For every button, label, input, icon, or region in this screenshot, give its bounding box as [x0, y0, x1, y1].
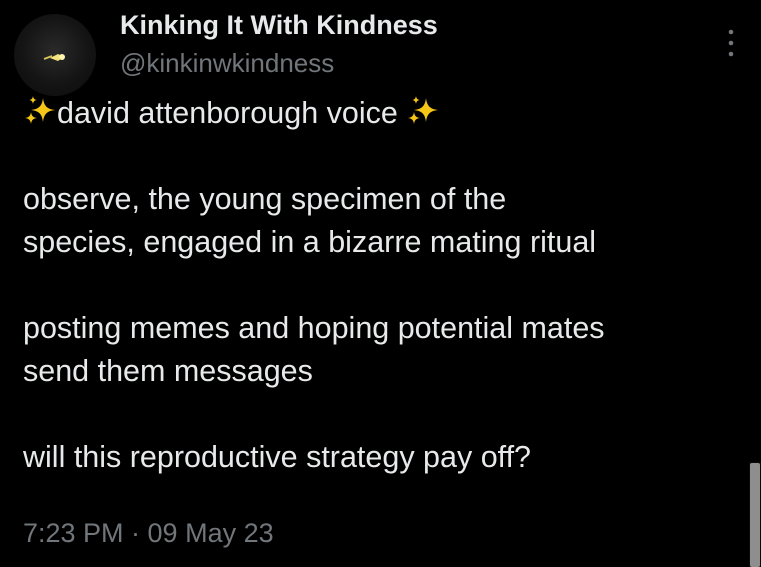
sparkles-icon: [23, 94, 57, 128]
tweet-line: species, engaged in a bizarre mating rit…: [23, 225, 597, 259]
avatar-sparkle-icon: [43, 54, 65, 61]
tweet-timestamp[interactable]: 7:23 PM · 09 May 23: [23, 518, 274, 549]
more-vertical-icon: [728, 29, 734, 57]
sparkles-icon: [406, 94, 440, 128]
author-display-name[interactable]: Kinking It With Kindness: [120, 10, 438, 41]
tweet-text: david attenborough voice observe, the yo…: [23, 92, 743, 479]
tweet-line-text: david attenborough voice: [57, 96, 398, 130]
author-handle[interactable]: @kinkinwkindness: [120, 48, 334, 79]
tweet-line: david attenborough voice: [23, 92, 743, 135]
tweet-line: send them messages: [23, 354, 313, 388]
scrollbar-thumb[interactable]: [750, 463, 760, 567]
tweet-line: posting memes and hoping potential mates: [23, 311, 605, 345]
tweet-line: observe, the young specimen of the: [23, 182, 507, 216]
avatar[interactable]: [14, 14, 96, 96]
tweet-line: will this reproductive strategy pay off?: [23, 440, 532, 474]
more-options-button[interactable]: [723, 26, 739, 60]
